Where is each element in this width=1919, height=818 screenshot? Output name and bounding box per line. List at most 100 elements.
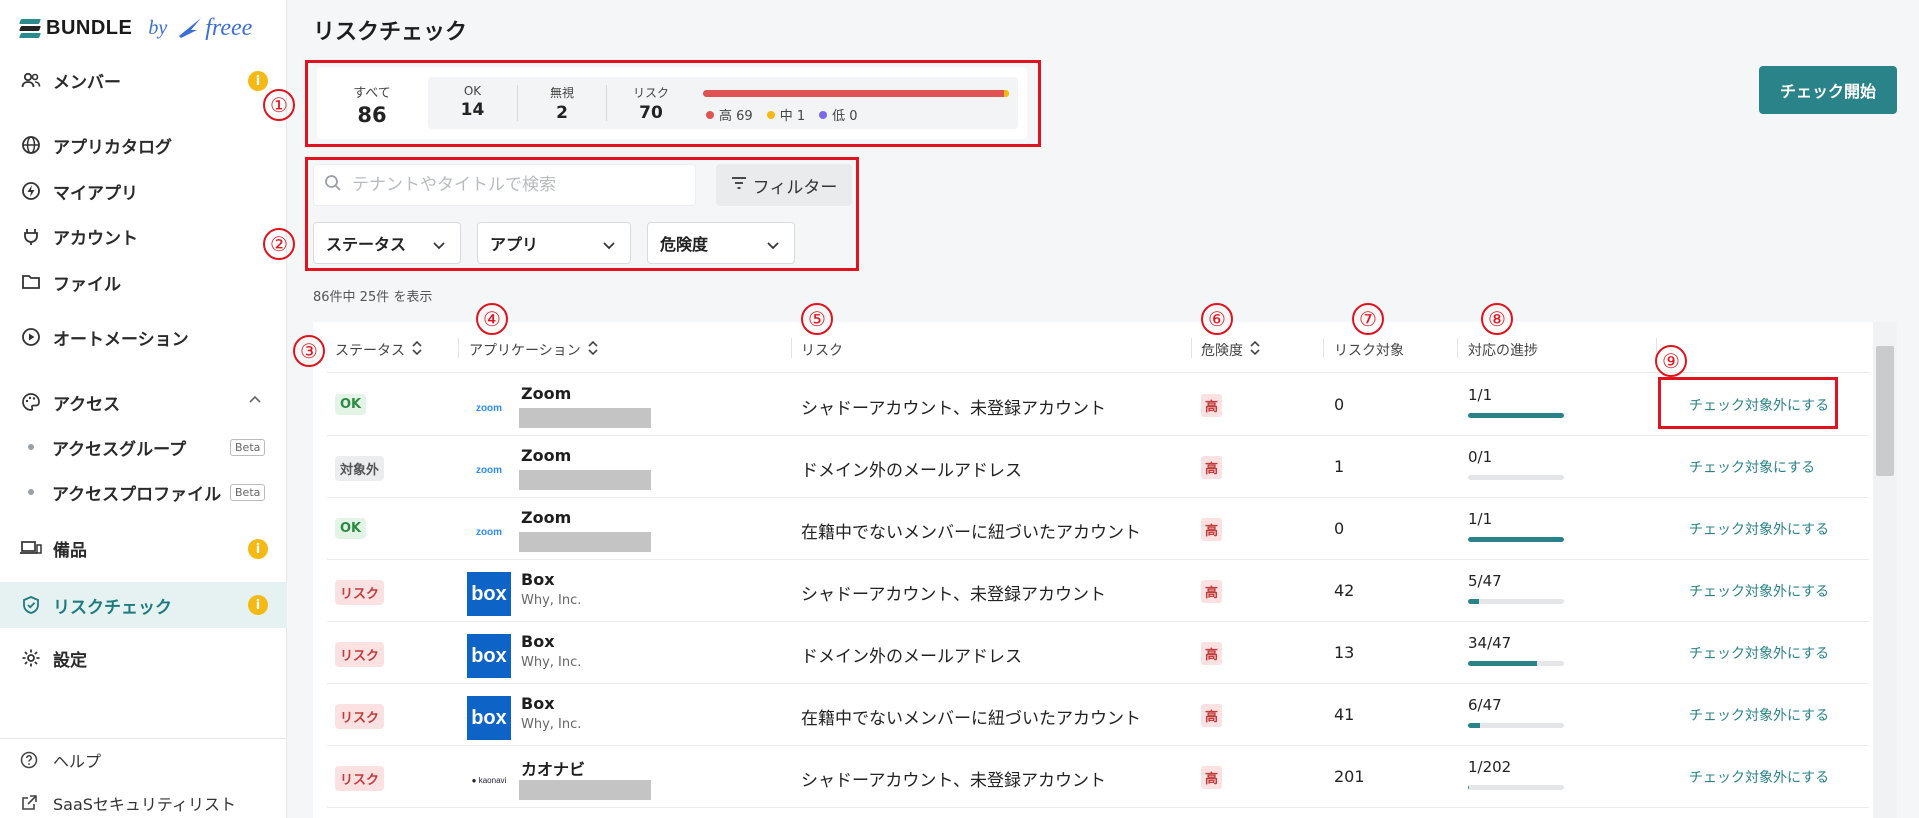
risk-description: シャドーアカウント、未登録アカウント (801, 585, 1106, 605)
sidebar-item-access-groups[interactable]: アクセスグループ Beta (0, 429, 287, 465)
sidebar-item-label: アクセスグループ (52, 439, 187, 460)
sidebar-item-help[interactable]: ヘルプ (20, 748, 101, 772)
header-label: 対応の進捗 (1468, 343, 1538, 359)
status-badge: リスク (335, 704, 385, 729)
progress-text: 0/1 (1468, 448, 1493, 466)
beta-badge: Beta (230, 483, 266, 501)
status-badge: リスク (335, 580, 385, 605)
toggle-check-link[interactable]: チェック対象外にする (1689, 519, 1829, 539)
risk-target-count: 201 (1334, 767, 1365, 786)
sidebar-item-saas-security-list[interactable]: SaaSセキュリティリスト (20, 791, 236, 815)
risk-description: 在籍中でないメンバーに紐づいたアカウント (801, 523, 1141, 543)
sort-icon (587, 340, 599, 360)
sidebar-item-settings[interactable]: 設定 (0, 638, 287, 678)
brand-partner: freee (205, 14, 253, 41)
severity-badge: 高 (1201, 642, 1223, 665)
severity-badge: 高 (1201, 766, 1223, 789)
progress-fill (1468, 723, 1481, 728)
progress-bar (1468, 661, 1564, 666)
app-name: カオナビ (521, 760, 586, 779)
progress-text: 6/47 (1468, 696, 1502, 714)
table-row[interactable]: 対象外 zoom Zoom ドメイン外のメールアドレス 高 1 0/1 チェック… (327, 436, 1869, 498)
header-application[interactable]: アプリケーション (469, 340, 599, 360)
progress-bar (1468, 723, 1564, 728)
sort-icon (411, 340, 423, 360)
progress-text: 1/202 (1468, 758, 1512, 776)
table-scrollbar-thumb[interactable] (1876, 346, 1894, 476)
sidebar-item-members[interactable]: メンバー i (0, 60, 287, 100)
table-row[interactable]: リスク box Box Why, Inc. 在籍中でないメンバーに紐づいたアカウ… (327, 684, 1869, 746)
sidebar-item-automation[interactable]: オートメーション (0, 317, 287, 357)
warning-icon: i (248, 539, 268, 559)
annotation-marker-4: ④ (476, 303, 508, 335)
table-row[interactable]: リスク box Box Why, Inc. シャドーアカウント、未登録アカウント… (327, 560, 1869, 622)
toggle-check-link[interactable]: チェック対象外にする (1689, 581, 1829, 601)
progress-fill (1468, 785, 1469, 790)
bundle-logo[interactable]: BUNDLE by freee (19, 8, 253, 48)
toggle-check-link[interactable]: チェック対象外にする (1689, 643, 1829, 663)
sidebar-item-access[interactable]: アクセス (0, 382, 287, 422)
table-row[interactable]: OK zoom Zoom 在籍中でないメンバーに紐づいたアカウント 高 0 1/… (327, 498, 1869, 560)
sidebar-item-files[interactable]: ファイル (0, 262, 287, 302)
sidebar-item-my-apps[interactable]: マイアプリ (0, 171, 287, 211)
progress-bar (1468, 599, 1564, 604)
risk-target-count: 13 (1334, 643, 1355, 662)
sidebar: BUNDLE by freee メンバー i アプリカタログ マイアプリ アカウ… (0, 0, 287, 818)
sidebar-item-label: アクセスプロファイル (52, 484, 222, 505)
zoom-logo-icon: zoom (475, 464, 503, 476)
risk-description: シャドーアカウント、未登録アカウント (801, 771, 1106, 791)
redacted-tenant (519, 470, 651, 490)
table-row[interactable]: OK zoom Zoom シャドーアカウント、未登録アカウント 高 0 1/1 … (327, 374, 1869, 436)
brand-by: by (148, 16, 168, 39)
toggle-check-link[interactable]: チェック対象にする (1689, 457, 1815, 477)
annotation-marker-1: ① (263, 89, 295, 121)
annotation-box-summary (305, 60, 1041, 147)
header-divider (327, 372, 1869, 373)
severity-badge: 高 (1201, 394, 1223, 417)
risk-target-count: 0 (1334, 395, 1345, 414)
toggle-check-link[interactable]: チェック対象外にする (1689, 767, 1829, 787)
box-logo-icon: box (467, 572, 511, 616)
bolt-icon (20, 180, 42, 202)
annotation-marker-8: ⑧ (1481, 303, 1513, 335)
brand-name: BUNDLE (46, 16, 133, 39)
annotation-marker-2: ② (263, 228, 295, 260)
sidebar-item-label: 備品 (53, 540, 87, 561)
redacted-tenant (519, 408, 651, 428)
app-name: Zoom (521, 446, 572, 465)
annotation-marker-9: ⑨ (1655, 345, 1687, 377)
sidebar-item-app-catalog[interactable]: アプリカタログ (0, 125, 287, 165)
sidebar-item-accounts[interactable]: アカウント (0, 216, 287, 256)
sidebar-item-label: メンバー (53, 72, 121, 93)
risk-target-count: 0 (1334, 519, 1345, 538)
app-tenant: Why, Inc. (521, 655, 582, 670)
start-check-button[interactable]: チェック開始 (1759, 66, 1897, 114)
sidebar-item-equipment[interactable]: 備品 i (0, 528, 287, 568)
table-row[interactable]: リスク ● kaonavi カオナビ シャドーアカウント、未登録アカウント 高 … (327, 746, 1869, 808)
header-separator (1457, 338, 1458, 358)
chevron-up-icon[interactable] (248, 392, 262, 412)
sidebar-item-label: マイアプリ (53, 183, 138, 204)
status-badge: リスク (335, 766, 385, 791)
progress-text: 1/1 (1468, 510, 1493, 528)
table-row[interactable]: リスク box Box Why, Inc. ドメイン外のメールアドレス 高 13… (327, 622, 1869, 684)
header-label: ステータス (335, 343, 405, 359)
severity-badge: 高 (1201, 518, 1223, 541)
risk-description: シャドーアカウント、未登録アカウント (801, 399, 1106, 419)
header-separator (1191, 338, 1192, 358)
folder-icon (20, 271, 42, 293)
page-title: リスクチェック (313, 20, 468, 45)
header-severity[interactable]: 危険度 (1201, 340, 1261, 360)
sort-icon (1249, 340, 1261, 360)
header-status[interactable]: ステータス (335, 340, 423, 360)
redacted-tenant (519, 780, 651, 800)
plug-icon (20, 225, 42, 247)
header-progress: 対応の進捗 (1468, 340, 1538, 360)
toggle-check-link[interactable]: チェック対象外にする (1689, 705, 1829, 725)
sidebar-item-risk-check[interactable]: リスクチェック i (0, 582, 287, 628)
progress-fill (1468, 413, 1564, 418)
bundle-mark-icon (19, 18, 41, 38)
risk-target-count: 1 (1334, 457, 1345, 476)
sidebar-item-access-profiles[interactable]: アクセスプロファイル Beta (0, 474, 287, 510)
header-separator (1323, 338, 1324, 358)
